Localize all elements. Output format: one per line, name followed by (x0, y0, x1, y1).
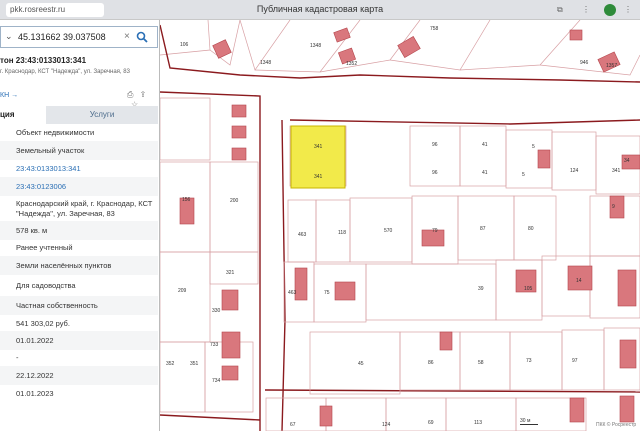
property-address: Краснодарский край, г. Краснодар, КСТ "Н… (16, 199, 153, 218)
map-label: 352 (166, 361, 175, 367)
object-info-panel: ⌄ 45.131662 39.037508 × тон 23:43:013301… (0, 20, 160, 431)
map-label: 209 (178, 288, 187, 294)
map-label: 5 (522, 172, 525, 178)
map-label: 330 (212, 308, 221, 314)
map-label: 96 (432, 142, 438, 148)
map-copyright: ПКК © Росреестр (596, 422, 637, 428)
map-label: 79 (432, 228, 438, 234)
map-label: 106 (180, 42, 189, 48)
map-label: 321 (226, 270, 235, 276)
map-label: 758 (430, 26, 439, 32)
map-label: 45 (358, 361, 364, 367)
map-label: 113 (474, 420, 482, 426)
window-title: Публичная кадастровая карта (256, 4, 384, 14)
map-label: 14 (576, 278, 582, 284)
property-cadastral-num[interactable]: 23:43:0133013:341 (0, 159, 158, 178)
map-label: 463 (298, 232, 307, 238)
map-label: 124 (382, 422, 391, 428)
property-quarter[interactable]: 23:43:0123006 (0, 177, 158, 196)
map-label: 69 (428, 420, 434, 426)
profile-icon[interactable] (604, 4, 616, 16)
map-buildings-top (212, 27, 621, 73)
tab-information[interactable]: ция (0, 106, 46, 124)
map-label: 341 (612, 168, 621, 174)
property-object-type: Объект недвижимости (16, 128, 95, 137)
object-address: г. Краснодар, КСТ "Надежда", ул. Заречна… (0, 69, 130, 75)
share-icon[interactable]: ⇪ (140, 90, 147, 99)
map-label: 34 (624, 158, 630, 164)
menu-icon[interactable]: ⋮ (582, 4, 590, 16)
panel-tabs: ция Услуги (0, 106, 158, 124)
chevron-down-icon[interactable]: ⌄ (5, 31, 13, 42)
object-title: тон 23:43:0133013:341 (0, 56, 87, 65)
map-label: 124 (570, 168, 579, 174)
map-label: 570 (384, 228, 393, 234)
map-label: 9 (612, 204, 615, 210)
map-scale: 30 м (520, 418, 538, 425)
print-icon[interactable]: ⎙ (127, 90, 133, 99)
map-label: 41 (482, 142, 488, 148)
map-label: 351 (190, 361, 199, 367)
map-label: 733 (210, 342, 219, 348)
map-label: 67 (290, 422, 296, 428)
property-apply-date: 01.01.2023 (16, 389, 54, 398)
map-label: 463 (288, 290, 297, 296)
property-update-date: 22.12.2022 (0, 366, 158, 385)
property-ownership: Частная собственность (0, 296, 158, 315)
map-canvas[interactable]: 106 1348 1348 758 1352 946 1357 341 341 … (160, 20, 640, 431)
map-label: 200 (230, 198, 239, 204)
map-label: 41 (482, 170, 488, 176)
map-label: 73 (526, 358, 532, 364)
map-label: 1348 (260, 60, 271, 66)
more-icon[interactable]: ⋮ (624, 4, 632, 16)
property-category: Земли населённых пунктов (0, 256, 158, 275)
map-label: 39 (478, 286, 484, 292)
address-bar[interactable]: pkk.rosreestr.ru (6, 3, 104, 17)
map-label: 118 (338, 230, 346, 236)
map-label: 156 (182, 197, 191, 203)
map-label: 58 (478, 360, 484, 366)
property-permitted-use: Для садоводства (16, 281, 76, 290)
map-label: 105 (524, 286, 533, 292)
map-label: 75 (324, 290, 330, 296)
map-label: 946 (580, 60, 589, 66)
map-label: 1348 (310, 43, 321, 49)
map-label: 734 (212, 378, 221, 384)
cadastral-link[interactable]: КН → (0, 92, 18, 99)
map-label: 1357 (606, 63, 617, 69)
map-label: 1352 (346, 61, 357, 67)
browser-titlebar: pkk.rosreestr.ru Публичная кадастровая к… (0, 0, 640, 20)
map-label: 5 (532, 144, 535, 150)
coordinate-search-box[interactable]: ⌄ 45.131662 39.037508 × (0, 26, 158, 48)
map-label: 87 (480, 226, 486, 232)
search-input[interactable]: 45.131662 39.037508 (18, 32, 106, 42)
map-label: 341 (314, 174, 323, 180)
map-label: 97 (572, 358, 578, 364)
cadastral-map[interactable]: 106 1348 1348 758 1352 946 1357 341 341 … (160, 20, 640, 431)
extensions-icon[interactable]: ⧉ (557, 4, 563, 16)
search-icon[interactable] (136, 31, 148, 43)
map-label: 341 (314, 144, 323, 150)
property-kind: Земельный участок (0, 141, 158, 160)
tab-services[interactable]: Услуги (46, 106, 158, 124)
property-status: Ранее учтенный (16, 243, 73, 252)
property-empty: - (16, 353, 19, 362)
map-label: 96 (432, 170, 438, 176)
clear-icon[interactable]: × (124, 31, 130, 42)
map-label: 80 (528, 226, 534, 232)
map-label: 86 (428, 360, 434, 366)
